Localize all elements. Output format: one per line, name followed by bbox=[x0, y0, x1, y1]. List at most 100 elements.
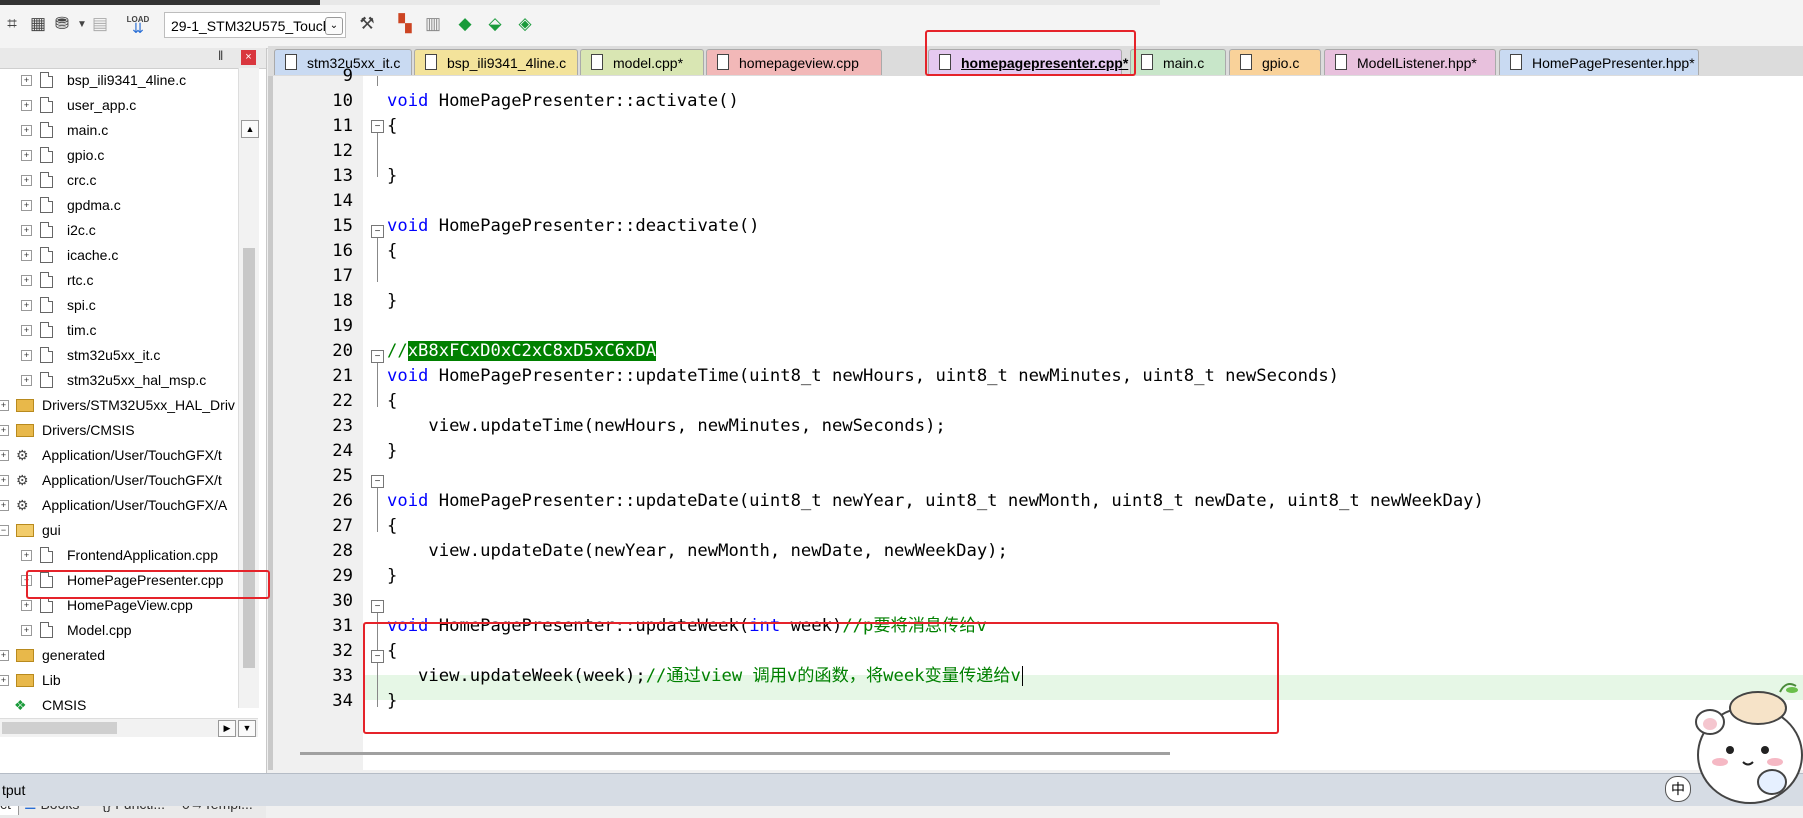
batch-build-icon[interactable]: ▤ bbox=[88, 12, 112, 36]
line-number: 17 bbox=[332, 266, 353, 286]
select-packs-icon[interactable]: ⬙ bbox=[483, 12, 507, 36]
escaped-byte: xFC bbox=[438, 341, 470, 361]
pin-icon[interactable]: ‖ bbox=[218, 48, 223, 63]
file-icon bbox=[40, 322, 53, 338]
expand-icon[interactable]: + bbox=[21, 625, 32, 636]
tree-item-label: generated bbox=[42, 647, 106, 663]
rebuild-icon[interactable]: ▦ bbox=[26, 12, 50, 36]
expand-icon[interactable]: + bbox=[21, 250, 32, 261]
expand-icon[interactable]: + bbox=[21, 275, 32, 286]
file-icon bbox=[40, 147, 53, 163]
expand-icon[interactable]: + bbox=[21, 100, 32, 111]
tab-model-cpp[interactable]: model.cpp* bbox=[580, 49, 704, 75]
tab-label: HomePagePresenter.hpp* bbox=[1532, 55, 1695, 71]
expand-icon[interactable]: + bbox=[21, 225, 32, 236]
close-icon[interactable]: × bbox=[241, 50, 256, 65]
expand-icon[interactable]: + bbox=[0, 675, 9, 686]
line-number: 29 bbox=[332, 566, 353, 586]
scroll-down-icon[interactable]: ▼ bbox=[238, 720, 256, 737]
file-extensions-icon[interactable]: ▥ bbox=[421, 12, 445, 36]
expand-icon[interactable]: + bbox=[21, 175, 32, 186]
file-icon bbox=[40, 222, 53, 238]
expand-icon[interactable]: + bbox=[0, 450, 9, 461]
tree-horizontal-scrollbar[interactable]: ▶ ▼ bbox=[0, 718, 258, 737]
line-number: 23 bbox=[332, 416, 353, 436]
file-icon bbox=[40, 347, 53, 363]
file-icon bbox=[1240, 54, 1252, 70]
line-number: 30 bbox=[332, 591, 353, 611]
expand-icon[interactable]: + bbox=[0, 475, 9, 486]
project-target-select[interactable]: 29-1_STM32U575_TouchC ⌄ bbox=[164, 12, 346, 38]
line-number: 19 bbox=[332, 316, 353, 336]
expand-icon[interactable]: + bbox=[21, 75, 32, 86]
project-panel: ‖ × + bsp_ili9341_4line.c + user_app.c + ma… bbox=[0, 48, 267, 818]
project-target-value: 29-1_STM32U575_TouchC bbox=[171, 18, 341, 34]
expand-icon[interactable]: + bbox=[21, 350, 32, 361]
tab-homepageview-cpp[interactable]: homepageview.cpp bbox=[706, 49, 882, 75]
pack-installer-icon[interactable]: ◆ bbox=[453, 12, 477, 36]
file-icon bbox=[1335, 54, 1347, 70]
line-number: 18 bbox=[332, 291, 353, 311]
escaped-byte: xB8 bbox=[407, 341, 439, 361]
build-icon[interactable]: ⌗ bbox=[0, 12, 24, 36]
editor-horizontal-scrollbar[interactable] bbox=[300, 752, 1170, 755]
file-icon bbox=[40, 97, 53, 113]
tree-vertical-scrollbar[interactable]: ▲ bbox=[238, 68, 259, 708]
expand-icon[interactable]: + bbox=[21, 375, 32, 386]
tab-main-c[interactable]: main.c bbox=[1130, 49, 1226, 75]
scroll-right-icon[interactable]: ▶ bbox=[218, 720, 236, 737]
expand-icon[interactable]: + bbox=[21, 125, 32, 136]
chevron-down-icon[interactable]: ⌄ bbox=[325, 17, 343, 35]
status-bar: tput 中 bbox=[0, 773, 1803, 806]
scroll-thumb[interactable] bbox=[2, 722, 117, 734]
expand-icon[interactable]: + bbox=[21, 550, 32, 561]
gear-folder-icon: ⚙ bbox=[16, 497, 29, 513]
line-number: 26 bbox=[332, 491, 353, 511]
scroll-up-icon[interactable]: ▲ bbox=[241, 120, 259, 138]
tree-item-label: Drivers/STM32U5xx_HAL_Driv bbox=[42, 397, 235, 413]
code-line-21: void HomePagePresenter::updateTime(uint8… bbox=[387, 366, 1340, 386]
tab-bsp-ili9341[interactable]: bsp_ili9341_4line.c bbox=[414, 49, 578, 75]
manage-components-icon[interactable]: ▚ bbox=[393, 12, 417, 36]
expand-icon[interactable]: + bbox=[0, 650, 9, 661]
tab-homepagepresenter-hpp[interactable]: HomePagePresenter.hpp* bbox=[1499, 49, 1699, 75]
tree-item-label: gui bbox=[42, 522, 61, 538]
expand-icon[interactable]: + bbox=[21, 325, 32, 336]
download-icon[interactable]: LOAD ⇊ bbox=[126, 12, 150, 36]
highlight-active-tab bbox=[925, 30, 1136, 76]
code-line-16: { bbox=[387, 241, 398, 261]
file-icon bbox=[717, 54, 729, 70]
file-icon bbox=[40, 72, 53, 88]
file-icon bbox=[40, 597, 53, 613]
line-number: 24 bbox=[332, 441, 353, 461]
line-number: 15 bbox=[332, 216, 353, 236]
gear-folder-icon: ⚙ bbox=[16, 447, 29, 463]
escaped-byte: xD5 bbox=[562, 341, 594, 361]
tree-item-label: CMSIS bbox=[42, 697, 87, 713]
code-line-27: { bbox=[387, 516, 398, 536]
tree-item-label: gpio.c bbox=[67, 147, 105, 163]
line-number: 13 bbox=[332, 166, 353, 186]
expand-icon[interactable]: + bbox=[0, 425, 9, 436]
folder-icon bbox=[16, 649, 34, 662]
tab-label: ModelListener.hpp* bbox=[1357, 55, 1477, 71]
tree-item-label: tim.c bbox=[67, 322, 97, 338]
toolbar: ⌗ ▦ ⛃ ▼ ▤ LOAD ⇊ 29-1_STM32U575_TouchC ⌄ … bbox=[0, 0, 1803, 49]
collapse-icon[interactable]: − bbox=[0, 525, 9, 536]
mascot-sticker-icon bbox=[1695, 683, 1803, 804]
expand-icon[interactable]: + bbox=[21, 300, 32, 311]
scroll-thumb[interactable] bbox=[243, 248, 255, 668]
expand-icon[interactable]: + bbox=[21, 200, 32, 211]
file-icon bbox=[40, 172, 53, 188]
escaped-byte: xC8 bbox=[531, 341, 563, 361]
tab-modellistener-hpp[interactable]: ModelListener.hpp* bbox=[1324, 49, 1496, 75]
highlight-code-block bbox=[363, 622, 1279, 734]
tab-gpio-c[interactable]: gpio.c bbox=[1229, 49, 1321, 75]
run-time-env-icon[interactable]: ◈ bbox=[513, 12, 537, 36]
options-wand-icon[interactable]: ⚒ bbox=[355, 12, 379, 36]
expand-icon[interactable]: + bbox=[0, 400, 9, 411]
expand-icon[interactable]: + bbox=[21, 600, 32, 611]
expand-icon[interactable]: + bbox=[0, 500, 9, 511]
expand-icon[interactable]: + bbox=[21, 150, 32, 161]
tree-item-label: Application/User/TouchGFX/t bbox=[42, 447, 222, 463]
